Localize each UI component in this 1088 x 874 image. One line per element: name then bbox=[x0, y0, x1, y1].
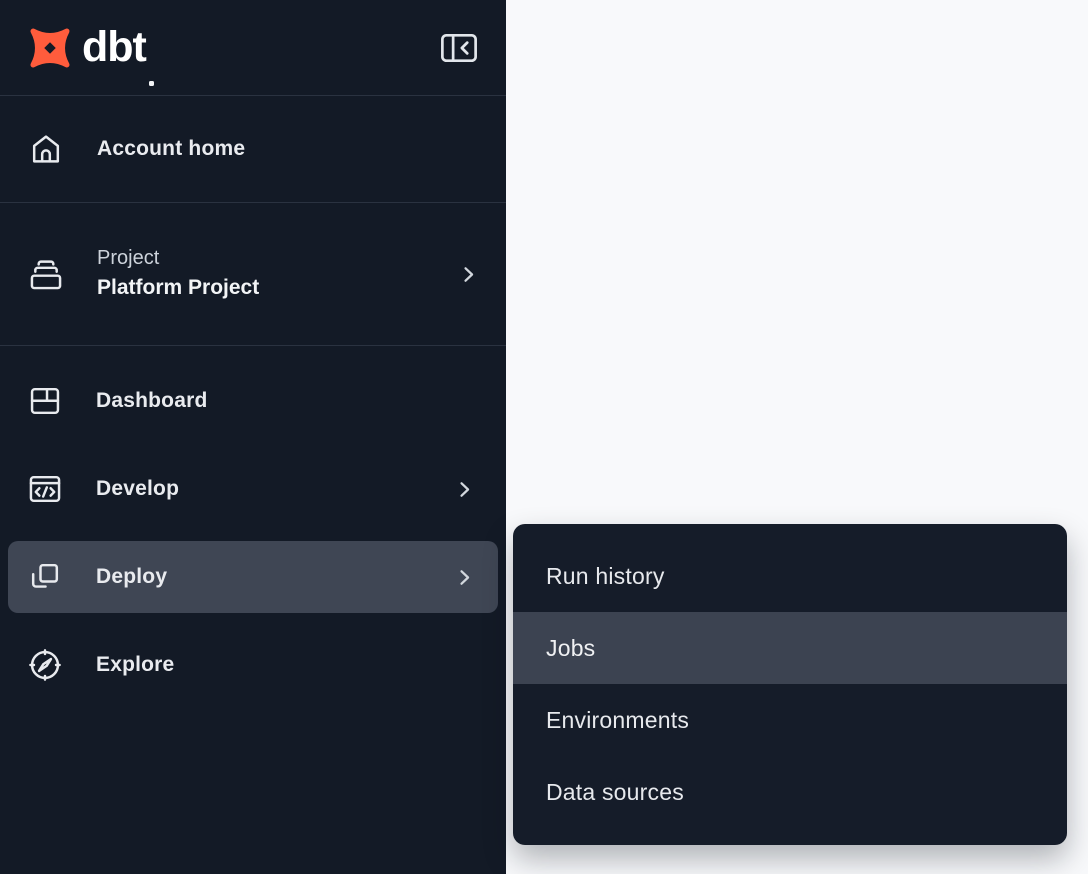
sidebar: dbt Account home Proj bbox=[0, 0, 506, 874]
deploy-icon bbox=[27, 559, 63, 595]
collapse-sidebar-button[interactable] bbox=[438, 30, 480, 66]
sidebar-item-develop[interactable]: Develop bbox=[8, 453, 498, 525]
sidebar-item-label: Deploy bbox=[96, 565, 167, 589]
project-kicker: Project bbox=[97, 244, 259, 273]
sidebar-item-label: Account home bbox=[97, 137, 245, 161]
logo-dot bbox=[149, 81, 154, 86]
sidebar-item-account-home[interactable]: Account home bbox=[0, 96, 506, 203]
logo-wordmark: dbt bbox=[82, 26, 146, 69]
submenu-item-environments[interactable]: Environments bbox=[513, 684, 1067, 756]
sidebar-item-label: Develop bbox=[96, 477, 179, 501]
develop-icon bbox=[27, 471, 63, 507]
chevron-right-icon bbox=[459, 265, 478, 284]
chevron-right-icon bbox=[455, 480, 474, 499]
submenu-item-jobs[interactable]: Jobs bbox=[513, 612, 1067, 684]
chevron-right-icon bbox=[455, 568, 474, 587]
submenu-item-run-history[interactable]: Run history bbox=[513, 540, 1067, 612]
sidebar-header: dbt bbox=[0, 0, 506, 96]
submenu-item-data-sources[interactable]: Data sources bbox=[513, 756, 1067, 828]
sidebar-item-explore[interactable]: Explore bbox=[8, 629, 498, 701]
sidebar-item-label: Dashboard bbox=[96, 389, 208, 413]
sidebar-item-deploy[interactable]: Deploy bbox=[8, 541, 498, 613]
dashboard-icon bbox=[27, 383, 63, 419]
sidebar-nav: Dashboard Develop bbox=[0, 346, 506, 720]
sidebar-item-project[interactable]: Project Platform Project bbox=[0, 203, 506, 346]
collapse-sidebar-icon bbox=[440, 32, 478, 64]
deploy-submenu: Run history Jobs Environments Data sourc… bbox=[513, 524, 1067, 845]
sidebar-item-label: Explore bbox=[96, 653, 174, 677]
sidebar-item-dashboard[interactable]: Dashboard bbox=[8, 365, 498, 437]
home-icon bbox=[28, 130, 64, 168]
project-name: Platform Project bbox=[97, 273, 259, 303]
dbt-logo-icon[interactable] bbox=[26, 24, 74, 72]
explore-compass-icon bbox=[27, 647, 63, 683]
project-stack-icon bbox=[28, 256, 64, 292]
